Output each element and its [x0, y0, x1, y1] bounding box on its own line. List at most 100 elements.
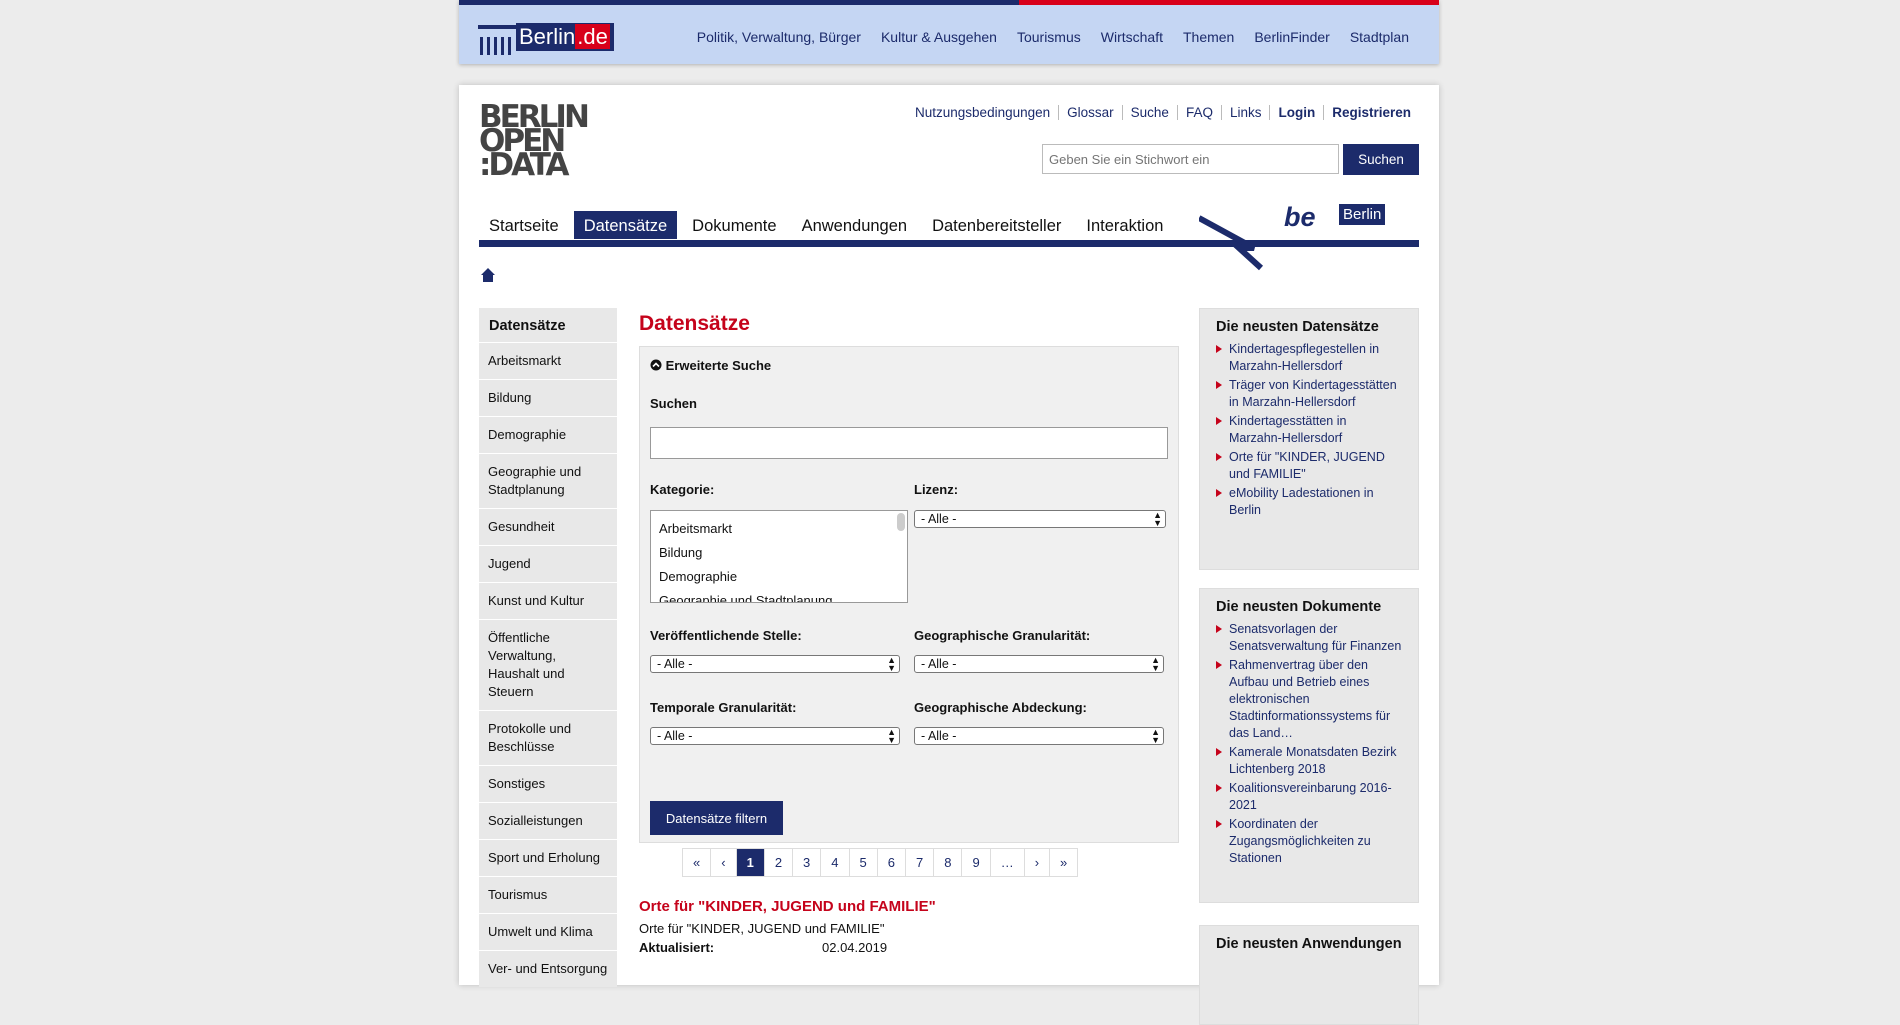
- page-9[interactable]: 9: [961, 848, 991, 877]
- page-next[interactable]: ›: [1023, 848, 1051, 877]
- topnav-berlinfinder[interactable]: BerlinFinder: [1254, 29, 1329, 45]
- util-suche[interactable]: Suche: [1121, 105, 1177, 120]
- sidebar-item-tourismus[interactable]: Tourismus: [479, 876, 617, 913]
- topnav-stadtplan[interactable]: Stadtplan: [1350, 29, 1409, 45]
- sidebar-item-protokolle[interactable]: Protokolle und Beschlüsse: [479, 710, 617, 765]
- page-title: Datensätze: [639, 312, 750, 335]
- nav-startseite[interactable]: Startseite: [479, 211, 569, 239]
- geo-granularity-select[interactable]: - Alle - ▲ ▼: [914, 655, 1164, 673]
- page-6[interactable]: 6: [876, 848, 906, 877]
- newest-dataset-link[interactable]: Träger von Kindertagesstätten in Marzahn…: [1216, 377, 1402, 411]
- search-button[interactable]: Suchen: [1343, 144, 1419, 175]
- stelle-select[interactable]: - Alle - ▲ ▼: [650, 655, 900, 673]
- page-8[interactable]: 8: [933, 848, 963, 877]
- newest-apps-title: Die neusten Anwendungen: [1216, 936, 1402, 952]
- listbox-scrollbar[interactable]: [897, 513, 905, 531]
- sidebar-item-kunst[interactable]: Kunst und Kultur: [479, 582, 617, 619]
- sidebar-item-versorgung[interactable]: Ver- und Entsorgung: [479, 950, 617, 987]
- topnav-wirtschaft[interactable]: Wirtschaft: [1101, 29, 1163, 45]
- home-icon[interactable]: [481, 268, 495, 282]
- logo-text: Berlin: [519, 24, 576, 49]
- result-title-link[interactable]: Orte für "KINDER, JUGEND und FAMILIE": [639, 898, 936, 915]
- select-arrows-icon: ▲ ▼: [887, 655, 896, 673]
- page-1[interactable]: 1: [735, 848, 765, 877]
- utility-nav: Nutzungsbedingungen Glossar Suche FAQ Li…: [907, 105, 1419, 120]
- logo-pillars-icon: [478, 27, 516, 55]
- newest-dataset-link[interactable]: Orte für "KINDER, JUGEND und FAMILIE": [1216, 449, 1402, 483]
- sidebar-item-bildung[interactable]: Bildung: [479, 379, 617, 416]
- nav-datenbereitsteller[interactable]: Datenbereitsteller: [922, 211, 1071, 239]
- nav-interaktion[interactable]: Interaktion: [1076, 211, 1173, 239]
- page-ellipsis: …: [989, 848, 1025, 877]
- util-faq[interactable]: FAQ: [1176, 105, 1221, 120]
- select-arrows-icon: ▲ ▼: [1151, 655, 1160, 673]
- page-5[interactable]: 5: [848, 848, 878, 877]
- newest-document-link[interactable]: Kamerale Monatsdaten Bezirk Lichtenberg …: [1216, 744, 1402, 778]
- keyword-search-input[interactable]: [1042, 144, 1339, 174]
- page-7[interactable]: 7: [904, 848, 935, 877]
- topnav-politik[interactable]: Politik, Verwaltung, Bürger: [697, 29, 861, 45]
- nav-datensaetze[interactable]: Datensätze: [573, 211, 678, 239]
- newest-datasets-box: Die neusten Datensätze Kindertagespflege…: [1199, 308, 1419, 570]
- nav-dokumente[interactable]: Dokumente: [682, 211, 786, 239]
- kategorie-listbox[interactable]: Arbeitsmarkt Bildung Demographie Geograp…: [650, 510, 908, 603]
- page-last[interactable]: »: [1049, 848, 1079, 877]
- kategorie-option[interactable]: Demographie: [659, 565, 899, 589]
- page-4[interactable]: 4: [820, 848, 850, 877]
- sidebar-item-verwaltung[interactable]: Öffentliche Verwaltung, Haushalt und Ste…: [479, 619, 617, 710]
- sidebar-title: Datensätze: [479, 308, 617, 342]
- dataset-search-input[interactable]: [650, 427, 1168, 459]
- temporal-granularity-select[interactable]: - Alle - ▲ ▼: [650, 727, 900, 745]
- newest-dataset-link[interactable]: Kindertagespflegestellen in Marzahn-Hell…: [1216, 341, 1402, 375]
- topnav-themen[interactable]: Themen: [1183, 29, 1234, 45]
- result-description: Orte für "KINDER, JUGEND und FAMILIE": [639, 921, 885, 936]
- sidebar-item-sonstiges[interactable]: Sonstiges: [479, 765, 617, 802]
- temporal-granularity-label: Temporale Granularität:: [650, 700, 797, 715]
- sidebar-item-sport[interactable]: Sport und Erholung: [479, 839, 617, 876]
- topnav-kultur[interactable]: Kultur & Ausgehen: [881, 29, 997, 45]
- page-first[interactable]: «: [682, 848, 712, 877]
- sidebar-item-sozialleistungen[interactable]: Sozialleistungen: [479, 802, 617, 839]
- newest-dataset-link[interactable]: eMobility Ladestationen in Berlin: [1216, 485, 1402, 519]
- nav-anwendungen[interactable]: Anwendungen: [792, 211, 918, 239]
- advanced-search-toggle[interactable]: Erweiterte Suche: [650, 358, 771, 373]
- sidebar-item-geographie[interactable]: Geographie und Stadtplanung: [479, 453, 617, 508]
- sidebar-item-arbeitsmarkt[interactable]: Arbeitsmarkt: [479, 342, 617, 379]
- kategorie-option[interactable]: Bildung: [659, 541, 899, 565]
- logo-tld: .de: [575, 24, 610, 49]
- util-nutzungsbedingungen[interactable]: Nutzungsbedingungen: [907, 105, 1058, 120]
- newest-dataset-link[interactable]: Kindertagesstätten in Marzahn-Hellersdor…: [1216, 413, 1402, 447]
- berlin-de-nav: Politik, Verwaltung, Bürger Kultur & Aus…: [697, 29, 1409, 45]
- topnav-tourismus[interactable]: Tourismus: [1017, 29, 1081, 45]
- geo-coverage-select[interactable]: - Alle - ▲ ▼: [914, 727, 1164, 745]
- page-prev[interactable]: ‹: [710, 848, 737, 877]
- berlin-open-data-logo[interactable]: BERLIN OPEN:DATA: [479, 102, 590, 183]
- result-updated-date: 02.04.2019: [822, 940, 888, 955]
- geo-coverage-value: - Alle -: [921, 729, 957, 743]
- sidebar-item-gesundheit[interactable]: Gesundheit: [479, 508, 617, 545]
- page-2[interactable]: 2: [763, 848, 794, 877]
- util-links[interactable]: Links: [1220, 105, 1270, 120]
- berlin-de-logo[interactable]: Berlin.de: [478, 19, 614, 57]
- geo-granularity-label: Geographische Granularität:: [914, 628, 1091, 643]
- lizenz-select[interactable]: - Alle - ▲ ▼: [914, 510, 1166, 528]
- util-glossar[interactable]: Glossar: [1058, 105, 1122, 120]
- sidebar-item-jugend[interactable]: Jugend: [479, 545, 617, 582]
- select-arrows-icon: ▲ ▼: [887, 727, 896, 745]
- util-registrieren[interactable]: Registrieren: [1323, 105, 1419, 120]
- util-login[interactable]: Login: [1269, 105, 1323, 120]
- sidebar-item-umwelt[interactable]: Umwelt und Klima: [479, 913, 617, 950]
- page-3[interactable]: 3: [792, 848, 822, 877]
- geo-coverage-label: Geographische Abdeckung:: [914, 700, 1087, 715]
- stelle-label: Veröffentlichende Stelle:: [650, 628, 802, 643]
- kategorie-option[interactable]: Geographie und Stadtplanung: [659, 589, 899, 602]
- sidebar-item-demographie[interactable]: Demographie: [479, 416, 617, 453]
- newest-document-link[interactable]: Senatsvorlagen der Senatsverwaltung für …: [1216, 621, 1402, 655]
- newest-document-link[interactable]: Koalitionsvereinbarung 2016-2021: [1216, 780, 1402, 814]
- newest-document-link[interactable]: Koordinaten der Zugangsmöglichkeiten zu …: [1216, 816, 1402, 867]
- kategorie-option[interactable]: Arbeitsmarkt: [659, 517, 899, 541]
- filter-datasets-button[interactable]: Datensätze filtern: [650, 801, 783, 835]
- newest-document-link[interactable]: Rahmenvertrag über den Aufbau und Betrie…: [1216, 657, 1402, 742]
- newest-documents-box: Die neusten Dokumente Senatsvorlagen der…: [1199, 588, 1419, 903]
- lizenz-label: Lizenz:: [914, 482, 959, 497]
